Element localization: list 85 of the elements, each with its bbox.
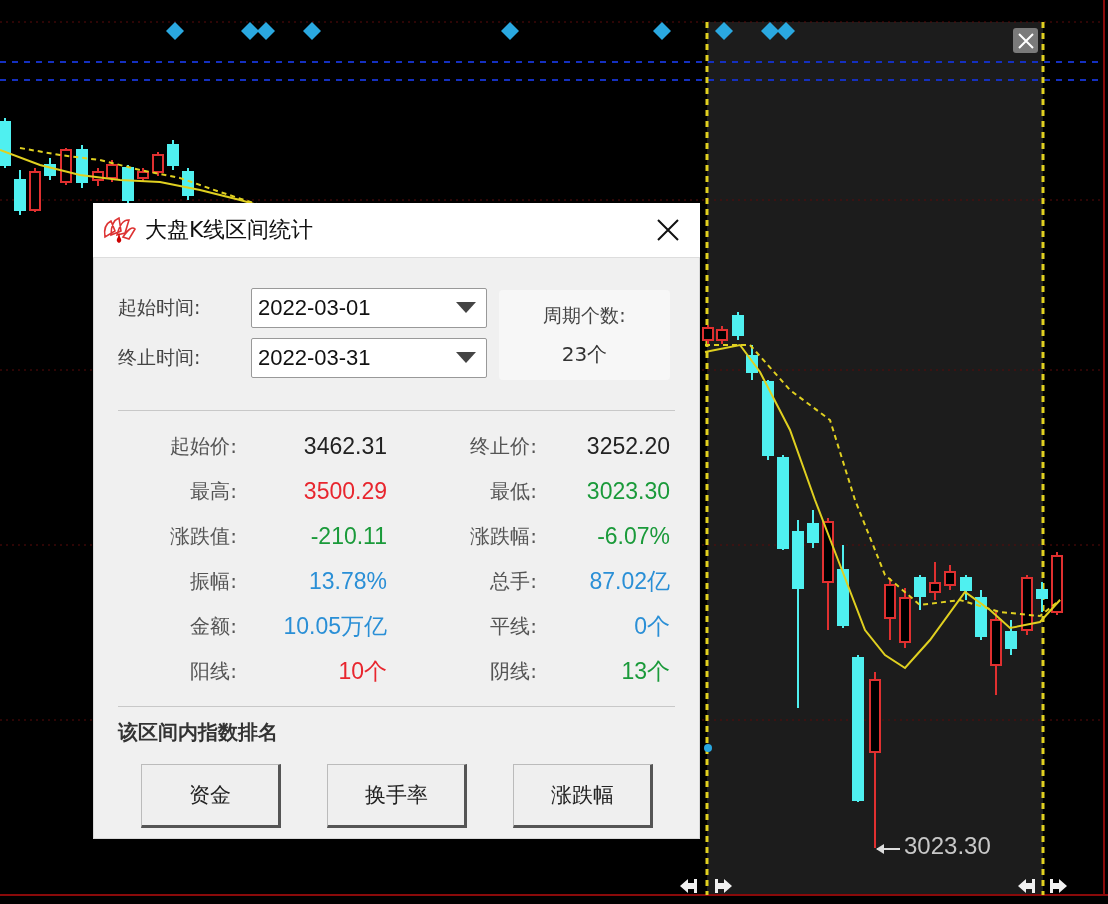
candlestick <box>914 574 926 611</box>
stat-value: 3023.30 <box>585 477 670 506</box>
candlestick <box>122 164 134 206</box>
stat-value: 10.05万亿 <box>282 612 387 641</box>
ranking-button[interactable]: 涨跌幅 <box>513 764 653 828</box>
candlestick <box>182 167 194 201</box>
stat-label: 涨跌幅: <box>469 523 537 550</box>
diamond-marker-icon <box>653 22 671 40</box>
dot-marker-icon <box>704 744 712 752</box>
stat-label: 金额: <box>189 613 237 640</box>
date-label: 起始时间: <box>118 295 202 320</box>
stat-value: -210.11 <box>309 522 387 551</box>
candlestick <box>29 167 41 213</box>
diamond-marker-icon <box>501 22 519 40</box>
caret-icon <box>456 352 476 364</box>
candlestick <box>884 577 896 641</box>
stat-label: 平线: <box>489 613 537 640</box>
candlestick <box>975 589 987 641</box>
candlestick <box>732 311 744 341</box>
date-dropdown[interactable]: 2022-03-31 <box>251 338 487 378</box>
ranking-button[interactable]: 换手率 <box>327 764 467 828</box>
candlestick <box>1021 574 1033 636</box>
candlestick <box>76 144 88 189</box>
stat-label: 最高: <box>189 478 237 505</box>
candlestick <box>899 587 911 649</box>
diamond-marker-icon <box>241 22 259 40</box>
stat-value: 0个 <box>633 612 670 641</box>
candlestick <box>960 574 972 601</box>
stat-value: 13.78% <box>308 567 387 596</box>
candlestick <box>807 509 819 549</box>
candlestick <box>1005 619 1017 656</box>
candlestick <box>746 344 758 381</box>
candlestick <box>14 169 26 216</box>
stat-label: 最低: <box>489 478 537 505</box>
candlestick <box>106 159 118 183</box>
resize-handle-icon[interactable] <box>680 879 697 893</box>
candlestick <box>716 325 728 345</box>
stat-value: 3252.20 <box>585 432 670 461</box>
resize-handle-icon[interactable] <box>1050 879 1067 893</box>
diamond-marker-icon <box>257 22 275 40</box>
candlestick <box>1051 551 1063 616</box>
close-icon <box>1016 31 1035 50</box>
candlestick <box>944 564 956 591</box>
resize-handle-icon[interactable] <box>1018 879 1035 893</box>
stat-label: 总手: <box>489 568 537 595</box>
period-label: 周期个数: <box>543 302 626 328</box>
dialog-title: 大盘K线区间统计 <box>145 216 315 244</box>
stat-label: 阳线: <box>189 658 237 685</box>
close-icon <box>657 219 679 241</box>
stat-label: 涨跌值: <box>169 523 237 550</box>
caret-icon <box>456 302 476 314</box>
stat-label: 起始价: <box>169 433 237 460</box>
candlestick <box>1036 581 1048 613</box>
candlestick <box>152 151 164 177</box>
stat-value: 10个 <box>337 657 387 686</box>
stat-value: -6.07% <box>596 522 670 551</box>
stat-value: 13个 <box>620 657 670 686</box>
stat-value: 87.02亿 <box>588 567 670 596</box>
stat-value: 3462.31 <box>302 432 387 461</box>
candlestick <box>44 157 56 181</box>
cards-logo-icon <box>101 215 137 245</box>
candlestick <box>167 139 179 171</box>
resize-handle-icon[interactable] <box>715 879 732 893</box>
candlestick <box>60 147 72 186</box>
candlestick <box>0 117 11 169</box>
date-label: 终止时间: <box>118 345 202 370</box>
candlestick <box>92 167 104 187</box>
stat-label: 阴线: <box>489 658 537 685</box>
section-title: 该区间内指数排名 <box>118 719 279 746</box>
ranking-button[interactable]: 资金 <box>141 764 281 828</box>
stat-label: 终止价: <box>469 433 537 460</box>
candlestick <box>702 324 714 345</box>
period-value: 23个 <box>561 340 608 368</box>
candlestick <box>929 561 941 601</box>
diamond-marker-icon <box>715 22 733 40</box>
low-price-label: 3023.30 <box>904 832 991 860</box>
diamond-marker-icon <box>777 22 795 40</box>
date-dropdown[interactable]: 2022-03-01 <box>251 288 487 328</box>
stat-value: 3500.29 <box>302 477 387 506</box>
diamond-marker-icon <box>303 22 321 40</box>
diamond-marker-icon <box>761 22 779 40</box>
leader-line <box>876 844 901 854</box>
candlestick <box>137 167 149 183</box>
diamond-marker-icon <box>166 22 184 40</box>
stat-label: 振幅: <box>189 568 237 595</box>
